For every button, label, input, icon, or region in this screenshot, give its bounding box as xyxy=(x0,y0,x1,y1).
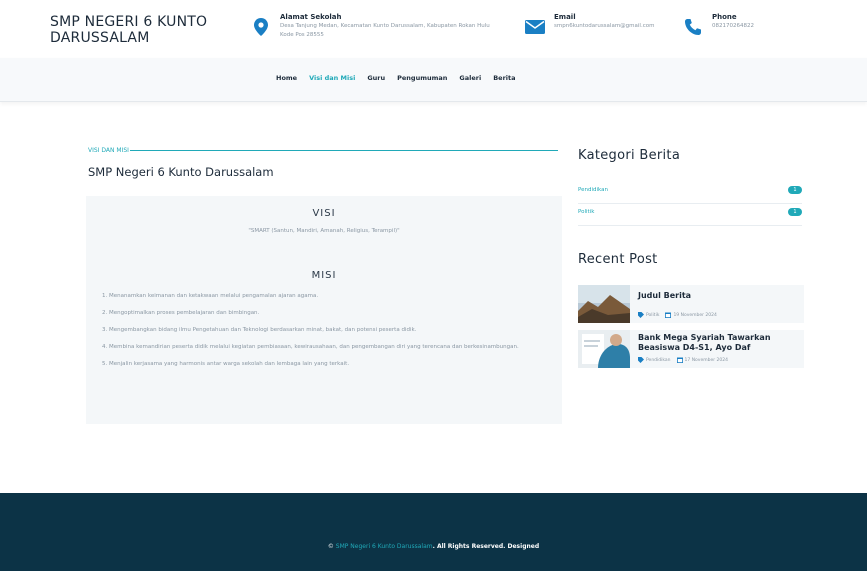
envelope-icon xyxy=(524,16,546,38)
nav-item-galeri[interactable]: Galeri xyxy=(459,74,481,82)
category-item-politik[interactable]: Politik 1 xyxy=(578,204,802,226)
post-thumbnail[interactable] xyxy=(578,330,630,368)
post-date: 17 November 2024 xyxy=(684,357,728,363)
misi-item: 4. Membina kemandirian peserta didik mel… xyxy=(102,344,519,350)
category-count-badge: 1 xyxy=(788,208,802,216)
post-meta: Politik 19 November 2024 xyxy=(638,312,723,318)
copyright-text: © SMP Negeri 6 Kunto Darussalam. All Rig… xyxy=(0,543,867,550)
address-info: Alamat Sekolah Desa Tanjung Medan, Kecam… xyxy=(250,12,500,40)
phone-title: Phone xyxy=(712,13,737,21)
post-title[interactable]: Judul Berita xyxy=(638,291,804,301)
section-label: VISI DAN MISI xyxy=(88,147,129,154)
post-category: Pendidikan xyxy=(646,357,671,363)
misi-item: 5. Menjalin kerjasama yang harmonis anta… xyxy=(102,361,350,367)
calendar-icon xyxy=(665,312,672,318)
copyright-rest: . All Rights Reserved. Designed xyxy=(432,543,540,550)
post-thumbnail[interactable] xyxy=(578,285,630,323)
tag-icon xyxy=(638,357,644,363)
kategori-title: Kategori Berita xyxy=(578,148,681,163)
address-text: Desa Tanjung Medan, Kecamatan Kunto Daru… xyxy=(280,23,490,38)
map-pin-icon xyxy=(250,16,272,38)
page-title: SMP Negeri 6 Kunto Darussalam xyxy=(88,165,274,179)
misi-item: 3. Mengembangkan bidang ilmu Pengetahuan… xyxy=(102,327,417,333)
category-count-badge: 1 xyxy=(788,186,802,194)
top-header: SMP NEGERI 6 KUNTO DARUSSALAM Alamat Sek… xyxy=(0,0,867,58)
nav-item-guru[interactable]: Guru xyxy=(367,74,385,82)
category-name[interactable]: Politik xyxy=(578,209,594,215)
email-title: Email xyxy=(554,13,576,21)
email-info: Email smpn6kuntodarussalam@gmail.com xyxy=(524,12,674,38)
nav-menu: Home Visi dan Misi Guru Pengumuman Galer… xyxy=(276,74,528,82)
post-category: Politik xyxy=(646,312,660,318)
nav-item-pengumuman[interactable]: Pengumuman xyxy=(397,74,447,82)
section-divider xyxy=(130,150,558,151)
address-title: Alamat Sekolah xyxy=(280,13,342,21)
category-item-pendidikan[interactable]: Pendidikan 1 xyxy=(578,182,802,204)
category-name[interactable]: Pendidikan xyxy=(578,187,608,193)
recent-post-title: Recent Post xyxy=(578,252,658,267)
misi-item: 1. Menanamkan keimanan dan ketakwaan mel… xyxy=(102,293,319,299)
nav-item-home[interactable]: Home xyxy=(276,74,297,82)
misi-list: 1. Menanamkan keimanan dan ketakwaan mel… xyxy=(102,292,548,377)
phone-text[interactable]: 082170264822 xyxy=(712,22,754,31)
visi-heading: VISI xyxy=(312,208,336,219)
copyright-link[interactable]: SMP Negeri 6 Kunto Darussalam xyxy=(336,543,433,550)
post-title[interactable]: Bank Mega Syariah Tawarkan Beasiswa D4-S… xyxy=(638,333,804,353)
visi-text: "SMART (Santun, Mandiri, Amanah, Religiu… xyxy=(248,228,400,234)
misi-item: 2. Mengoptimalkan proses pembelajaran da… xyxy=(102,310,260,316)
phone-icon xyxy=(682,16,704,38)
nav-item-visi-misi[interactable]: Visi dan Misi xyxy=(309,74,355,82)
visi-misi-box: VISI "SMART (Santun, Mandiri, Amanah, Re… xyxy=(86,196,562,424)
calendar-icon xyxy=(676,357,683,363)
misi-heading: MISI xyxy=(311,270,337,281)
main-navbar: Home Visi dan Misi Guru Pengumuman Galer… xyxy=(0,58,867,102)
tag-icon xyxy=(638,312,644,318)
recent-post-item[interactable]: Bank Mega Syariah Tawarkan Beasiswa D4-S… xyxy=(578,330,804,368)
recent-post-item[interactable]: Judul Berita Politik 19 November 2024 xyxy=(578,285,804,323)
post-meta: Pendidikan 17 November 2024 xyxy=(638,357,734,363)
site-footer: © SMP Negeri 6 Kunto Darussalam. All Rig… xyxy=(0,493,867,571)
site-brand[interactable]: SMP NEGERI 6 KUNTO DARUSSALAM xyxy=(50,14,240,46)
post-date: 19 November 2024 xyxy=(673,312,717,318)
email-text[interactable]: smpn6kuntodarussalam@gmail.com xyxy=(554,22,654,31)
copyright-prefix: © xyxy=(327,543,336,550)
phone-info: Phone 082170264822 xyxy=(682,12,832,38)
nav-item-berita[interactable]: Berita xyxy=(493,74,515,82)
